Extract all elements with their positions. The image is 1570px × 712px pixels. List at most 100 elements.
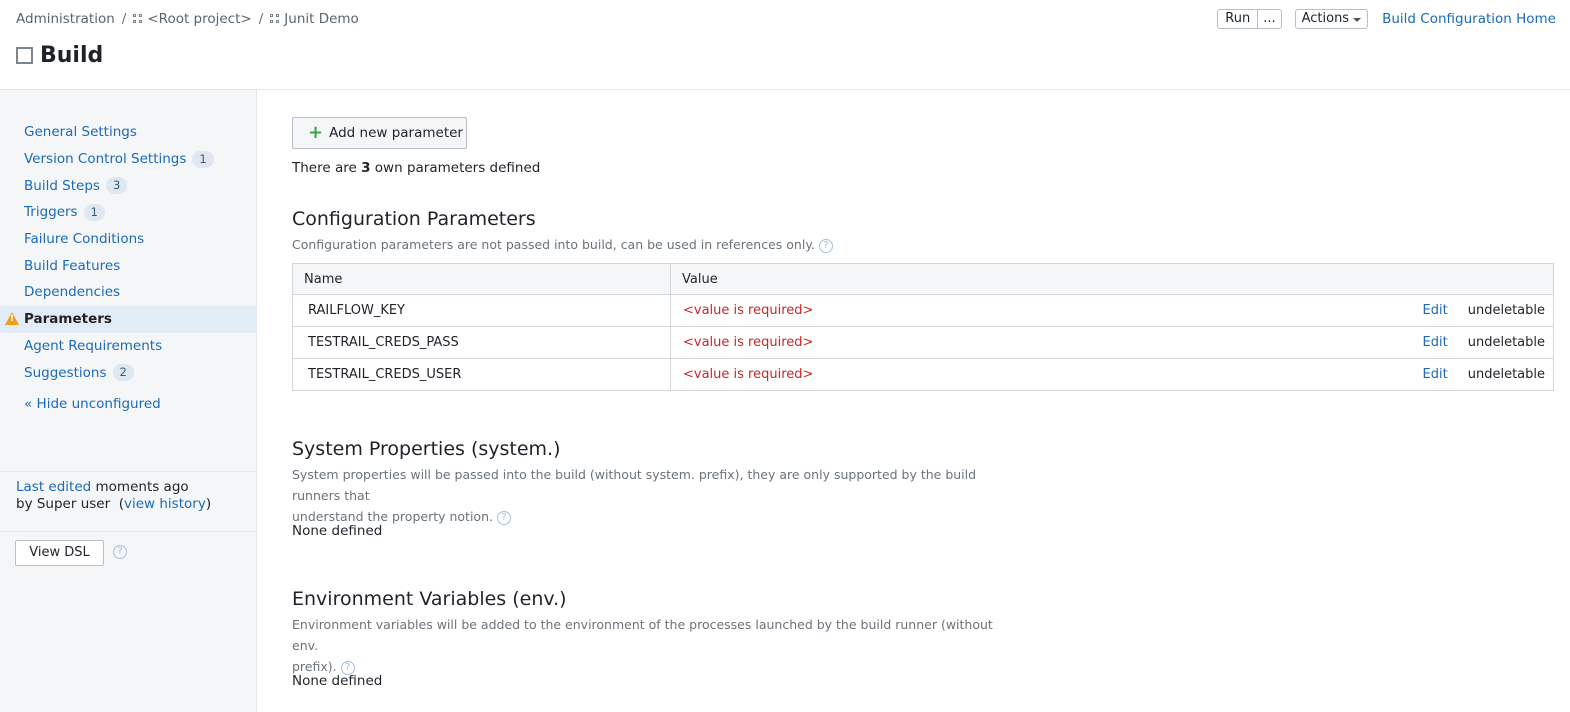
chevron-down-icon xyxy=(1353,18,1362,22)
sidebar: General Settings Version Control Setting… xyxy=(0,90,257,712)
header-actions: Run ... Actions Build Configuration Home xyxy=(1217,9,1556,29)
sidebar-item-version-control-settings[interactable]: Version Control Settings 1 xyxy=(0,146,257,173)
environment-variables-title: Environment Variables (env.) xyxy=(292,588,567,610)
sidebar-item-label: Triggers xyxy=(24,204,78,221)
project-icon xyxy=(133,14,143,24)
system-properties-desc-line2: understand the property notion. xyxy=(292,509,493,524)
sidebar-divider xyxy=(0,531,257,532)
parameter-name[interactable]: RAILFLOW_KEY xyxy=(292,294,671,327)
hide-unconfigured-link[interactable]: « Hide unconfigured xyxy=(24,396,161,412)
table-header-row: Name Value xyxy=(292,263,1554,295)
count-badge: 1 xyxy=(83,203,105,221)
sidebar-item-build-steps[interactable]: Build Steps 3 xyxy=(0,172,257,199)
run-options-button[interactable]: ... xyxy=(1257,10,1280,28)
add-new-parameter-button[interactable]: + Add new parameter xyxy=(292,117,467,149)
table-row[interactable]: TESTRAIL_CREDS_PASS <value is required> … xyxy=(292,326,1554,359)
breadcrumb-administration[interactable]: Administration xyxy=(16,11,115,27)
sidebar-item-label: Suggestions xyxy=(24,364,107,381)
table-row[interactable]: TESTRAIL_CREDS_USER <value is required> … xyxy=(292,358,1554,391)
sidebar-divider xyxy=(0,471,257,472)
count-suffix: own parameters defined xyxy=(374,160,541,176)
sidebar-item-label: Dependencies xyxy=(24,284,121,301)
parameter-name[interactable]: TESTRAIL_CREDS_PASS xyxy=(292,326,671,359)
build-configuration-home-link[interactable]: Build Configuration Home xyxy=(1382,11,1556,27)
breadcrumb-junit-demo[interactable]: Junit Demo xyxy=(284,11,359,27)
configuration-parameters-description: Configuration parameters are not passed … xyxy=(292,234,1012,255)
sidebar-item-build-features[interactable]: Build Features xyxy=(0,252,257,279)
edit-parameter-link[interactable]: Edit xyxy=(1423,335,1448,350)
sidebar-item-label: Parameters xyxy=(24,311,112,328)
row-actions: Edit undeletable xyxy=(1423,303,1545,318)
undeletable-label: undeletable xyxy=(1467,303,1545,318)
run-button-group: Run ... xyxy=(1217,9,1282,29)
last-edited-info: Last edited moments ago by Super user (v… xyxy=(16,479,212,512)
configuration-parameters-table: Name Value RAILFLOW_KEY <value is requir… xyxy=(292,263,1554,391)
parameters-count-text: There are 3 own parameters defined xyxy=(292,160,540,176)
breadcrumb-separator: / xyxy=(258,11,264,27)
sidebar-item-dependencies[interactable]: Dependencies xyxy=(0,279,257,306)
sidebar-item-label: Version Control Settings xyxy=(24,151,187,168)
edit-parameter-link[interactable]: Edit xyxy=(1423,367,1448,382)
system-properties-desc-line1: System properties will be passed into th… xyxy=(292,467,977,503)
actions-label: Actions xyxy=(1301,11,1350,26)
column-header-value[interactable]: Value xyxy=(670,263,1554,295)
help-icon[interactable]: ? xyxy=(818,238,833,253)
system-properties-title: System Properties (system.) xyxy=(292,438,561,460)
parameter-name[interactable]: TESTRAIL_CREDS_USER xyxy=(292,358,671,391)
sidebar-item-label: Build Steps xyxy=(24,177,100,194)
parameters-count: 3 xyxy=(361,160,371,176)
sidebar-item-label: General Settings xyxy=(24,124,137,141)
actions-dropdown[interactable]: Actions xyxy=(1294,9,1369,29)
project-icon xyxy=(270,14,280,24)
sidebar-item-parameters[interactable]: ! Parameters xyxy=(0,305,257,333)
row-actions: Edit undeletable xyxy=(1423,367,1545,382)
view-dsl-button[interactable]: View DSL xyxy=(15,540,104,566)
help-icon[interactable]: ? xyxy=(496,510,511,525)
sidebar-item-agent-requirements[interactable]: Agent Requirements xyxy=(0,333,257,360)
last-edited-time: moments ago xyxy=(95,479,189,495)
page-header: Administration / <Root project> / Junit … xyxy=(0,0,1570,90)
sidebar-item-triggers[interactable]: Triggers 1 xyxy=(0,199,257,226)
edited-by: by Super user xyxy=(16,496,111,512)
parameter-value-cell: <value is required> Edit undeletable xyxy=(670,294,1554,327)
parameter-value[interactable]: <value is required> xyxy=(683,335,813,350)
row-actions: Edit undeletable xyxy=(1423,335,1545,350)
count-badge: 2 xyxy=(112,364,134,382)
add-new-parameter-label: Add new parameter xyxy=(329,125,463,141)
page-title: Build xyxy=(16,43,103,68)
run-button[interactable]: Run xyxy=(1218,10,1257,28)
parameter-value-cell: <value is required> Edit undeletable xyxy=(670,326,1554,359)
edit-parameter-link[interactable]: Edit xyxy=(1423,303,1448,318)
environment-variables-desc-line2: prefix). xyxy=(292,659,337,674)
column-header-name[interactable]: Name xyxy=(292,263,671,295)
last-edited-link[interactable]: Last edited xyxy=(16,479,91,495)
warning-icon: ! xyxy=(5,311,19,325)
breadcrumb-separator: / xyxy=(121,11,127,27)
parameter-value[interactable]: <value is required> xyxy=(683,303,813,318)
sidebar-item-general-settings[interactable]: General Settings xyxy=(0,119,257,146)
sidebar-item-label: Agent Requirements xyxy=(24,337,163,354)
help-icon[interactable]: ? xyxy=(113,545,127,559)
breadcrumb-root-project[interactable]: <Root project> xyxy=(147,11,251,27)
environment-variables-description: Environment variables will be added to t… xyxy=(292,614,1012,677)
build-config-icon xyxy=(16,47,33,64)
sidebar-item-failure-conditions[interactable]: Failure Conditions xyxy=(0,226,257,253)
sidebar-nav: General Settings Version Control Setting… xyxy=(0,119,257,386)
table-row[interactable]: RAILFLOW_KEY <value is required> Edit un… xyxy=(292,294,1554,327)
sidebar-item-label: Failure Conditions xyxy=(24,231,145,248)
count-badge: 1 xyxy=(192,150,214,168)
configuration-parameters-title: Configuration Parameters xyxy=(292,208,536,230)
sidebar-item-label: Build Features xyxy=(24,257,121,274)
system-properties-empty: None defined xyxy=(292,523,383,539)
parameter-value[interactable]: <value is required> xyxy=(683,367,813,382)
environment-variables-desc-line1: Environment variables will be added to t… xyxy=(292,617,993,653)
sidebar-item-suggestions[interactable]: Suggestions 2 xyxy=(0,359,257,386)
environment-variables-empty: None defined xyxy=(292,673,383,689)
page-title-text: Build xyxy=(40,43,104,68)
view-history-link[interactable]: view history xyxy=(124,496,206,512)
breadcrumb: Administration / <Root project> / Junit … xyxy=(16,11,359,27)
plus-icon: + xyxy=(308,122,324,143)
count-badge: 3 xyxy=(105,177,128,195)
count-prefix: There are xyxy=(292,160,357,176)
configuration-parameters-desc-text: Configuration parameters are not passed … xyxy=(292,237,815,252)
